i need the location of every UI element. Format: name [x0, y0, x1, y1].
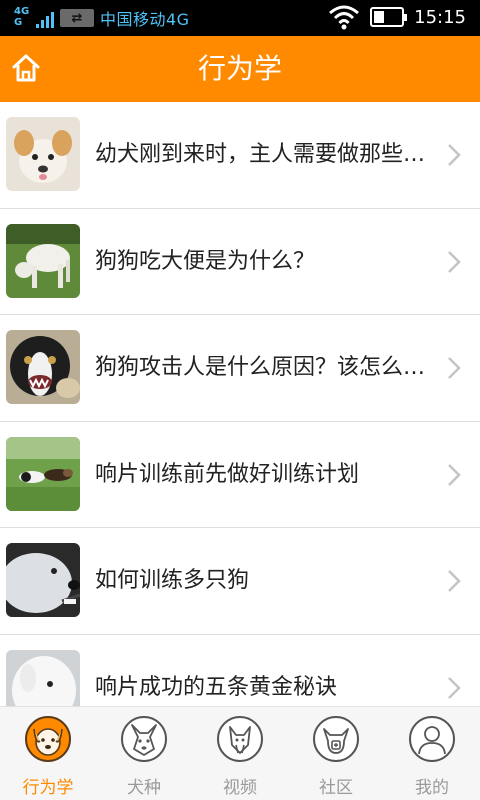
community-dog-icon	[313, 716, 359, 762]
battery-icon	[370, 7, 408, 27]
article-title: 响片训练前先做好训练计划	[95, 461, 360, 487]
status-right: 15:15	[328, 4, 466, 30]
dog-on-grass-photo	[6, 223, 80, 298]
list-item[interactable]: 幼犬刚到来时，主人需要做那些准备？	[0, 102, 480, 209]
tab-profile[interactable]: 我的	[384, 707, 480, 800]
article-title: 狗狗吃大便是为什么？	[95, 248, 316, 274]
status-left: 4G G ⇄ 中国移动4G	[14, 6, 190, 30]
tab-label: 社区	[319, 778, 353, 798]
white-dog-photo	[6, 543, 80, 617]
dogs-running-photo	[6, 436, 80, 511]
tab-videos[interactable]: 视频	[192, 707, 288, 800]
article-title: 如何训练多只狗	[95, 568, 250, 593]
list-item[interactable]: 狗狗攻击人是什么原因？该怎么办？	[0, 315, 480, 422]
article-title: 幼犬刚到来时，主人需要做那些准备？	[95, 142, 430, 167]
chevron-right-icon	[448, 463, 461, 486]
article-title: 狗狗攻击人是什么原因？该怎么办？	[95, 355, 430, 380]
status-bar: 4G G ⇄ 中国移动4G 15:15	[0, 0, 480, 36]
white-fluffy-dog-photo	[6, 649, 80, 706]
dog-breed-icon	[121, 716, 167, 762]
list-item[interactable]: 响片训练前先做好训练计划	[0, 421, 480, 528]
tab-behavior[interactable]: 行为学	[0, 707, 96, 800]
tab-label: 我的	[415, 778, 449, 798]
signal-indicator: 4G G	[14, 6, 54, 30]
dog-face-icon	[25, 716, 71, 762]
article-list: 幼犬刚到来时，主人需要做那些准备？ 狗狗吃大便是为什么？	[0, 102, 480, 706]
data-transfer-icon: ⇄	[60, 9, 94, 27]
tab-label: 视频	[223, 778, 257, 798]
video-dog-icon	[217, 716, 263, 762]
carrier-name: 中国移动4G	[100, 10, 190, 29]
border-collie-photo	[6, 330, 80, 404]
chevron-right-icon	[448, 570, 461, 592]
page-title: 行为学	[197, 52, 282, 85]
article-title: 响片成功的五条黄金秘诀	[95, 674, 338, 700]
bottom-tab-bar: 行为学 犬种 视频 社区 我的	[0, 706, 480, 800]
tab-breeds[interactable]: 犬种	[96, 707, 192, 800]
tab-label: 犬种	[127, 778, 161, 798]
list-item[interactable]: 狗狗吃大便是为什么？	[0, 208, 480, 315]
profile-icon	[409, 716, 455, 762]
clock: 15:15	[414, 6, 466, 28]
signal-bars-icon	[36, 12, 54, 28]
chevron-right-icon	[448, 357, 461, 379]
chevron-right-icon	[448, 144, 461, 166]
chevron-right-icon	[448, 676, 461, 699]
wifi-icon	[329, 5, 360, 30]
tab-label: 行为学	[22, 778, 74, 798]
chevron-right-icon	[448, 250, 461, 273]
puppy-photo	[6, 117, 80, 191]
list-item[interactable]: 如何训练多只狗	[0, 528, 480, 635]
title-bar: 行为学	[0, 36, 480, 102]
tab-community[interactable]: 社区	[288, 707, 384, 800]
list-item[interactable]: 响片成功的五条黄金秘诀	[0, 634, 480, 706]
